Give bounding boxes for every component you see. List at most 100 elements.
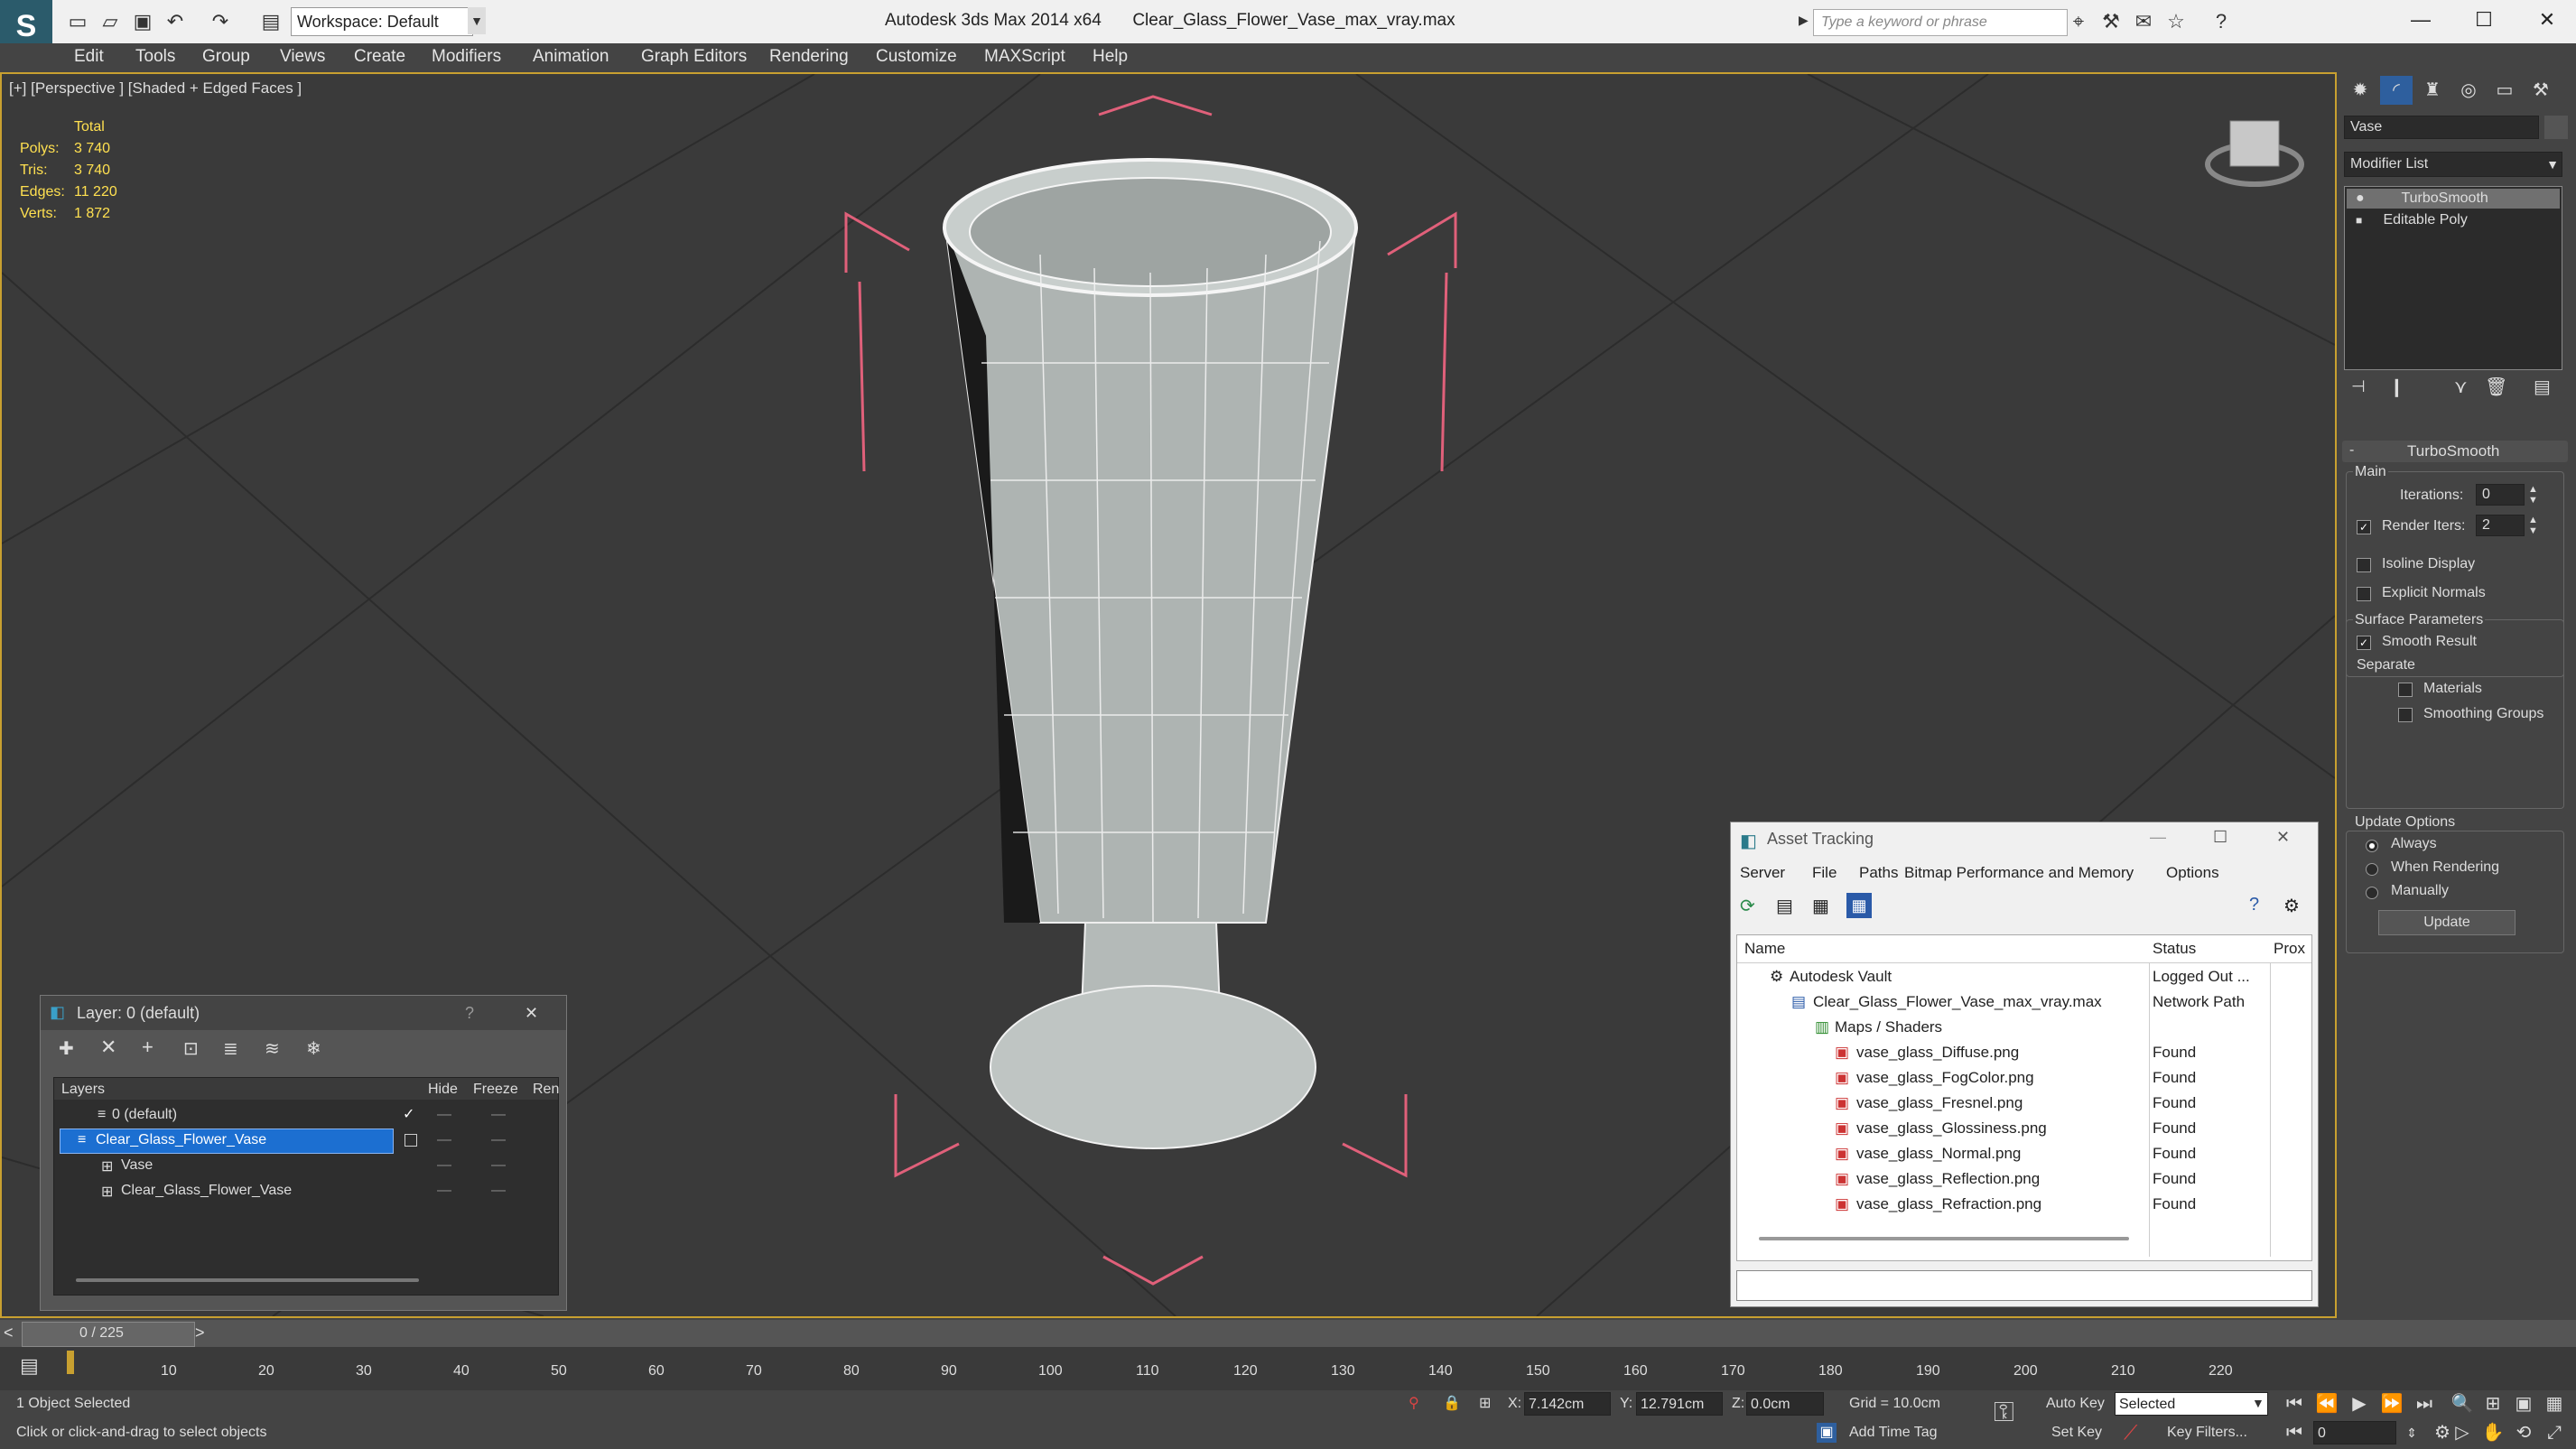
field-of-view-icon[interactable]: ▷ (2449, 1419, 2476, 1446)
mini-curve-editor-icon[interactable]: ▤ (20, 1354, 39, 1378)
freeze-toggle[interactable]: — (491, 1183, 506, 1199)
table-view-icon[interactable]: ▦ (1846, 893, 1872, 918)
viewport-label[interactable]: [+] [Perspective ] [Shaded + Edged Faces… (9, 79, 302, 98)
hide-toggle[interactable]: — (437, 1132, 451, 1148)
display-tab-icon[interactable]: ▭ (2488, 76, 2521, 105)
hide-all-icon[interactable]: ≋ (265, 1037, 280, 1060)
when-rendering-radio[interactable] (2366, 863, 2378, 876)
redo-icon[interactable]: ↷ (208, 9, 233, 34)
col-render[interactable]: Ren (533, 1082, 559, 1098)
show-end-result-icon[interactable]: ❙ (2389, 376, 2404, 398)
layer-row[interactable]: ⊞ Clear_Glass_Flower_Vase — — (54, 1179, 558, 1203)
layer-window-titlebar[interactable]: ◧ Layer: 0 (default) ? ✕ (41, 996, 566, 1030)
binoculars-icon[interactable]: ⌖ (2066, 9, 2091, 34)
render-iters-checkbox[interactable]: ✓ (2357, 520, 2371, 534)
asset-menu-server[interactable]: Server (1740, 864, 1785, 882)
next-frame-icon[interactable]: ⏩ (2378, 1390, 2405, 1417)
menu-create[interactable]: Create (354, 43, 405, 70)
layer-help-icon[interactable]: ? (465, 996, 474, 1030)
layer-close-icon[interactable]: ✕ (525, 996, 538, 1030)
configure-sets-icon[interactable]: ▤ (2534, 376, 2551, 398)
col-name[interactable]: Name (1744, 940, 1785, 958)
go-to-start-icon[interactable]: ⏮ (2281, 1390, 2308, 1417)
project-folder-icon[interactable]: ▤ (258, 9, 284, 34)
search-expand-icon[interactable]: ▶ (1799, 13, 1809, 28)
col-layers[interactable]: Layers (61, 1082, 105, 1098)
asset-window-titlebar[interactable]: ◧ Asset Tracking — ☐ ✕ (1731, 822, 2318, 859)
delete-layer-icon[interactable]: ✕ (100, 1036, 116, 1059)
freeze-toggle[interactable]: — (491, 1107, 506, 1123)
lightbulb-icon[interactable]: ● (2356, 189, 2365, 209)
help-icon[interactable]: ? (2209, 9, 2234, 34)
remove-modifier-icon[interactable]: 🗑 (2485, 376, 2507, 398)
current-layer-check-icon[interactable]: ✓ (403, 1105, 414, 1123)
asset-minimize-button[interactable]: — (2150, 828, 2166, 847)
workspace-chevron-down-icon[interactable]: ▼ (468, 7, 486, 34)
zoom-all-icon[interactable]: ⊞ (2479, 1390, 2506, 1417)
asset-menu-file[interactable]: File (1812, 864, 1837, 882)
col-hide[interactable]: Hide (428, 1082, 458, 1098)
time-slider[interactable]: < 0 / 225 > (0, 1320, 2576, 1347)
motion-tab-icon[interactable]: ◎ (2452, 76, 2485, 105)
z-coord-field[interactable]: 0.0cm (1746, 1392, 1824, 1416)
render-iters-spinner-arrows-icon[interactable]: ▲ ▼ (2528, 515, 2538, 536)
menu-views[interactable]: Views (280, 43, 325, 70)
layer-row[interactable]: ≡ Clear_Glass_Flower_Vase — — (54, 1129, 558, 1154)
go-to-end-icon[interactable]: ⏭ (2411, 1390, 2438, 1417)
asset-menu-paths[interactable]: Paths (1859, 864, 1898, 882)
maximize-button[interactable]: ☐ (2452, 0, 2516, 40)
freeze-toggle[interactable]: — (491, 1157, 506, 1174)
hide-toggle[interactable]: — (437, 1183, 451, 1199)
asset-maximize-button[interactable]: ☐ (2213, 828, 2227, 847)
pan-view-icon[interactable]: ✋ (2479, 1419, 2506, 1446)
close-button[interactable]: ✕ (2516, 0, 2576, 40)
highlight-layer-icon[interactable]: ≣ (223, 1037, 238, 1060)
list-view-icon[interactable]: ▤ (1776, 895, 1793, 917)
freeze-all-icon[interactable]: ❄ (306, 1037, 321, 1060)
favorites-star-icon[interactable]: ☆ (2163, 9, 2189, 34)
maximize-viewport-icon[interactable]: ⤢ (2541, 1419, 2568, 1446)
open-file-icon[interactable]: ▱ (98, 9, 123, 34)
y-coord-field[interactable]: 12.791cm (1636, 1392, 1723, 1416)
modify-tab-icon[interactable]: ◜ (2380, 76, 2413, 105)
asset-settings-icon[interactable]: ⚙ (2283, 895, 2300, 917)
current-layer-box-icon[interactable] (405, 1134, 417, 1147)
col-proxy[interactable]: Prox (2274, 940, 2305, 958)
select-in-layer-icon[interactable]: ⊡ (183, 1037, 199, 1060)
modifier-list-dropdown[interactable]: Modifier List (2344, 152, 2562, 177)
stack-item-editable-poly[interactable]: ■ Editable Poly (2347, 210, 2560, 230)
asset-menu-options[interactable]: Options (2166, 864, 2219, 882)
asset-row[interactable]: ▣ vase_glass_Refraction.png Found (1737, 1192, 2311, 1217)
col-status[interactable]: Status (2153, 940, 2196, 958)
turbosmooth-rollout-header[interactable]: - TurboSmooth (2342, 441, 2568, 462)
menu-help[interactable]: Help (1093, 43, 1128, 70)
iterations-spinner[interactable]: 0 (2476, 484, 2525, 506)
isoline-display-checkbox[interactable] (2357, 558, 2371, 572)
menu-modifiers[interactable]: Modifiers (432, 43, 501, 70)
smooth-result-checkbox[interactable]: ✓ (2357, 636, 2371, 650)
key-filters-button[interactable]: Key Filters... (2167, 1425, 2247, 1441)
set-key-key-icon[interactable]: ⚿ (1994, 1398, 2014, 1428)
set-key-button[interactable]: Set Key (2051, 1425, 2102, 1441)
col-freeze[interactable]: Freeze (473, 1082, 518, 1098)
modifier-list-chevron-down-icon[interactable]: ▼ (2543, 152, 2562, 177)
create-tab-icon[interactable]: ✹ (2344, 76, 2376, 105)
asset-row[interactable]: ▤ Clear_Glass_Flower_Vase_max_vray.max Net… (1737, 989, 2311, 1015)
subscription-icon[interactable]: ⚒ (2098, 9, 2124, 34)
asset-table-scrollbar[interactable] (1759, 1237, 2129, 1240)
render-iters-spinner[interactable]: 2 (2476, 515, 2525, 536)
search-input[interactable]: Type a keyword or phrase (1813, 9, 2068, 36)
asset-row[interactable]: ▣ vase_glass_FogColor.png Found (1737, 1065, 2311, 1091)
menu-customize[interactable]: Customize (876, 43, 957, 70)
add-time-tag[interactable]: Add Time Tag (1849, 1425, 1938, 1441)
time-prev-icon[interactable]: < (4, 1324, 14, 1342)
key-mode-toggle-icon[interactable]: ⏮ (2281, 1419, 2308, 1446)
utilities-tab-icon[interactable]: ⚒ (2525, 76, 2557, 105)
menu-graph-editors[interactable]: Graph Editors (641, 43, 747, 70)
menu-maxscript[interactable]: MAXScript (984, 43, 1065, 70)
key-mode-dropdown[interactable]: Selected (2115, 1392, 2268, 1416)
frame-spinner-icon[interactable]: ⇕ (2398, 1419, 2425, 1446)
x-coord-field[interactable]: 7.142cm (1524, 1392, 1611, 1416)
communication-icon[interactable]: ✉ (2131, 9, 2156, 34)
menu-group[interactable]: Group (202, 43, 250, 70)
